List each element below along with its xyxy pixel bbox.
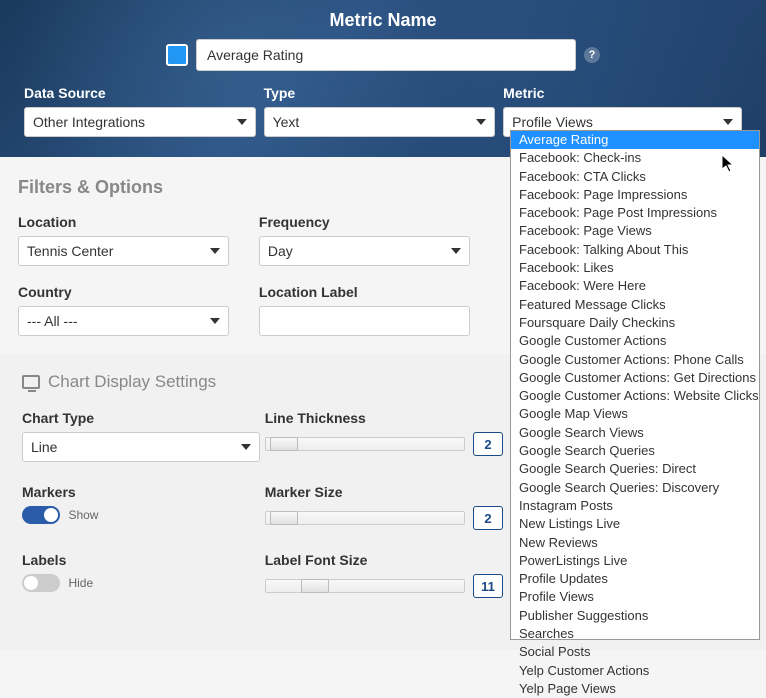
metric-option[interactable]: Google Customer Actions bbox=[511, 332, 759, 350]
data-source-value: Other Integrations bbox=[33, 114, 145, 130]
markers-label: Markers bbox=[22, 484, 260, 500]
labels-toggle-text: Hide bbox=[68, 576, 93, 590]
metric-option[interactable]: Foursquare Daily Checkins bbox=[511, 314, 759, 332]
metric-option[interactable]: Facebook: Were Here bbox=[511, 277, 759, 295]
metric-option[interactable]: Google Customer Actions: Get Directions bbox=[511, 369, 759, 387]
label-font-size-label: Label Font Size bbox=[265, 552, 503, 568]
marker-size-slider[interactable] bbox=[265, 511, 465, 525]
type-value: Yext bbox=[273, 114, 300, 130]
metric-option[interactable]: Profile Updates bbox=[511, 570, 759, 588]
metric-option[interactable]: Google Search Queries: Discovery bbox=[511, 479, 759, 497]
metric-option[interactable]: New Reviews bbox=[511, 534, 759, 552]
location-label-input[interactable] bbox=[259, 306, 470, 336]
metric-option[interactable]: Google Search Queries: Direct bbox=[511, 460, 759, 478]
labels-toggle[interactable] bbox=[22, 574, 60, 592]
metric-option[interactable]: Google Map Views bbox=[511, 405, 759, 423]
metric-option[interactable]: Yelp Customer Actions bbox=[511, 662, 759, 680]
chart-type-label: Chart Type bbox=[22, 410, 260, 426]
metric-option[interactable]: Yelp Page Views bbox=[511, 680, 759, 698]
monitor-icon bbox=[22, 375, 40, 389]
data-source-label: Data Source bbox=[24, 85, 256, 101]
location-value: Tennis Center bbox=[27, 243, 113, 259]
metric-option[interactable]: Facebook: CTA Clicks bbox=[511, 168, 759, 186]
markers-toggle-text: Show bbox=[68, 508, 98, 522]
metric-option[interactable]: New Listings Live bbox=[511, 515, 759, 533]
line-thickness-label: Line Thickness bbox=[265, 410, 503, 426]
metric-option[interactable]: Social Posts bbox=[511, 643, 759, 661]
location-label-label: Location Label bbox=[259, 284, 470, 300]
chart-type-value: Line bbox=[31, 439, 57, 455]
frequency-value: Day bbox=[268, 243, 293, 259]
metric-option[interactable]: Facebook: Page Post Impressions bbox=[511, 204, 759, 222]
metric-option[interactable]: Featured Message Clicks bbox=[511, 296, 759, 314]
chevron-down-icon bbox=[451, 248, 461, 254]
labels-label: Labels bbox=[22, 552, 260, 568]
metric-name-input[interactable] bbox=[196, 39, 576, 71]
color-swatch[interactable] bbox=[166, 44, 188, 66]
chevron-down-icon bbox=[241, 444, 251, 450]
type-label: Type bbox=[264, 85, 496, 101]
metric-option[interactable]: Average Rating bbox=[511, 131, 759, 149]
frequency-label: Frequency bbox=[259, 214, 470, 230]
metric-option[interactable]: Facebook: Page Impressions bbox=[511, 186, 759, 204]
type-dropdown[interactable]: Yext bbox=[264, 107, 496, 137]
metric-option[interactable]: Google Customer Actions: Website Clicks bbox=[511, 387, 759, 405]
country-label: Country bbox=[18, 284, 229, 300]
metric-option[interactable]: Facebook: Check-ins bbox=[511, 149, 759, 167]
metric-option[interactable]: Searches bbox=[511, 625, 759, 643]
frequency-dropdown[interactable]: Day bbox=[259, 236, 470, 266]
metric-option[interactable]: Profile Views bbox=[511, 588, 759, 606]
metric-option[interactable]: Facebook: Talking About This bbox=[511, 241, 759, 259]
marker-size-value[interactable]: 2 bbox=[473, 506, 503, 530]
metric-option[interactable]: Instagram Posts bbox=[511, 497, 759, 515]
metric-option[interactable]: PowerListings Live bbox=[511, 552, 759, 570]
metric-label: Metric bbox=[503, 85, 742, 101]
line-thickness-slider[interactable] bbox=[265, 437, 465, 451]
metric-option[interactable]: Facebook: Likes bbox=[511, 259, 759, 277]
metric-option[interactable]: Google Customer Actions: Phone Calls bbox=[511, 351, 759, 369]
label-font-size-slider[interactable] bbox=[265, 579, 465, 593]
chevron-down-icon bbox=[237, 119, 247, 125]
chevron-down-icon bbox=[723, 119, 733, 125]
metric-option[interactable]: Facebook: Page Views bbox=[511, 222, 759, 240]
chart-type-dropdown[interactable]: Line bbox=[22, 432, 260, 462]
metric-dropdown-list[interactable]: Average RatingFacebook: Check-insFaceboo… bbox=[510, 130, 760, 640]
slider-thumb[interactable] bbox=[301, 579, 329, 593]
label-font-size-value[interactable]: 11 bbox=[473, 574, 503, 598]
slider-thumb[interactable] bbox=[270, 511, 298, 525]
metric-option[interactable]: Publisher Suggestions bbox=[511, 607, 759, 625]
chevron-down-icon bbox=[210, 248, 220, 254]
markers-toggle[interactable] bbox=[22, 506, 60, 524]
chart-section-title: Chart Display Settings bbox=[48, 372, 216, 392]
country-value: --- All --- bbox=[27, 313, 78, 329]
location-dropdown[interactable]: Tennis Center bbox=[18, 236, 229, 266]
location-label: Location bbox=[18, 214, 229, 230]
chevron-down-icon bbox=[476, 119, 486, 125]
slider-thumb[interactable] bbox=[270, 437, 298, 451]
country-dropdown[interactable]: --- All --- bbox=[18, 306, 229, 336]
chevron-down-icon bbox=[210, 318, 220, 324]
metric-option[interactable]: Google Search Queries bbox=[511, 442, 759, 460]
metric-value: Profile Views bbox=[512, 114, 593, 130]
data-source-dropdown[interactable]: Other Integrations bbox=[24, 107, 256, 137]
help-icon[interactable]: ? bbox=[584, 47, 600, 63]
metric-option[interactable]: Google Search Views bbox=[511, 424, 759, 442]
marker-size-label: Marker Size bbox=[265, 484, 503, 500]
page-title: Metric Name bbox=[20, 10, 746, 31]
line-thickness-value[interactable]: 2 bbox=[473, 432, 503, 456]
